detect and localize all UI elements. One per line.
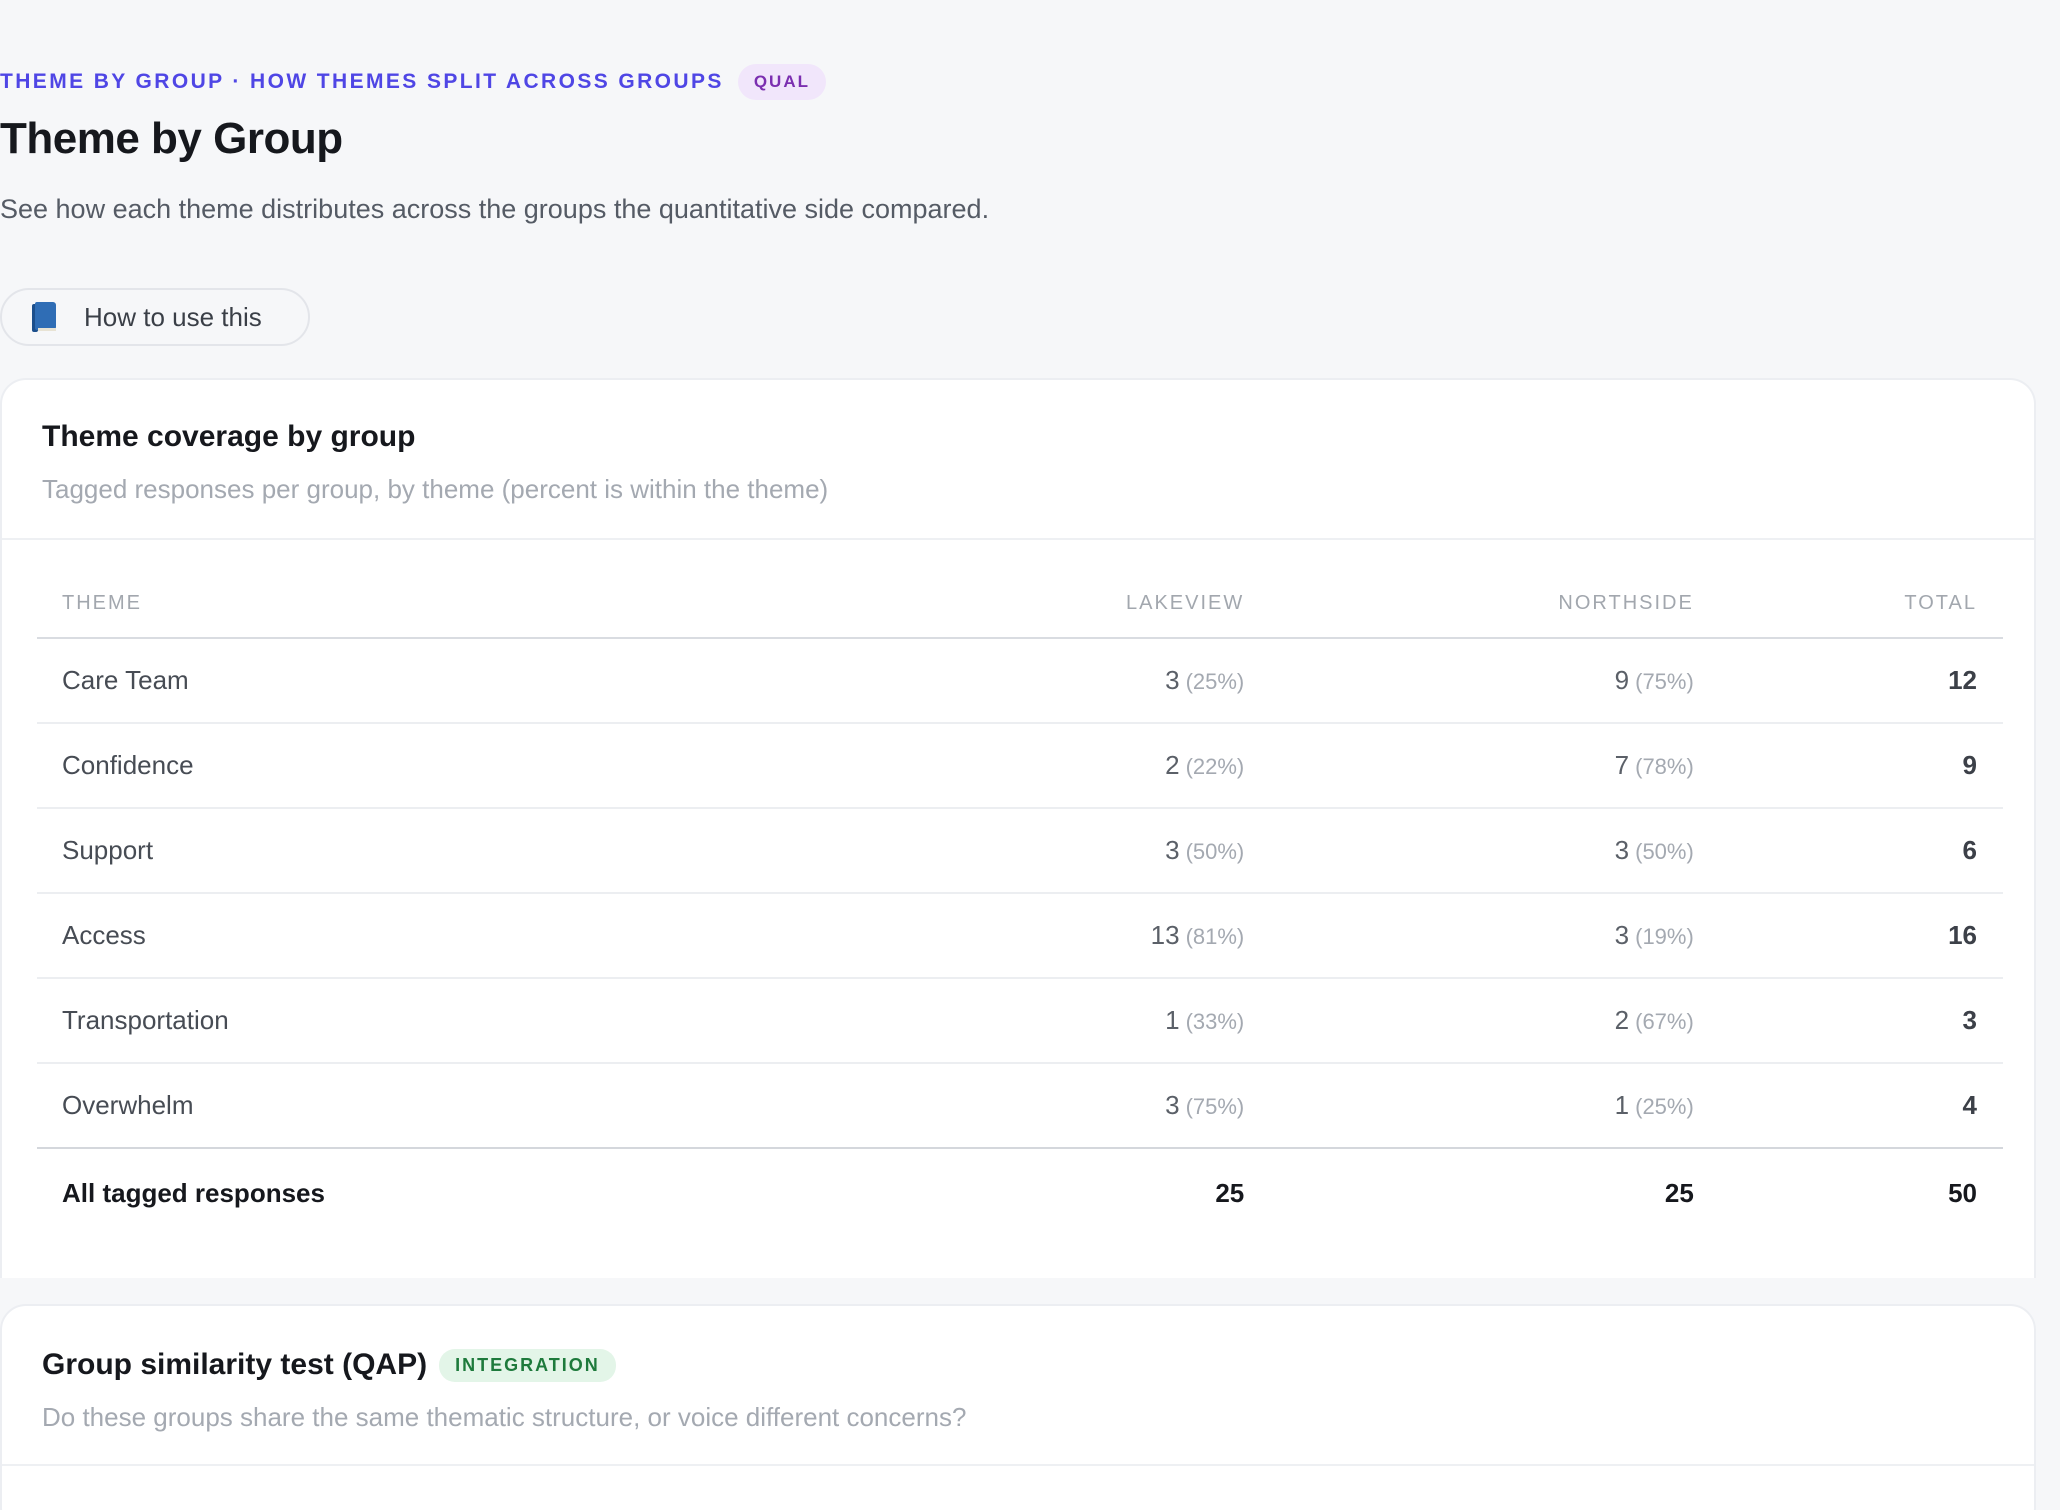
- total-cell: 3: [1962, 1005, 1977, 1035]
- lakeview-cell: 3 (25%): [854, 665, 1244, 696]
- northside-count: 1: [1614, 1090, 1630, 1120]
- lakeview-count: 1: [1165, 1005, 1180, 1035]
- lakeview-percent: (50%): [1185, 839, 1245, 864]
- lakeview-count: 2: [1165, 750, 1180, 780]
- total-cell: 9: [1962, 750, 1977, 780]
- lakeview-percent: (25%): [1185, 669, 1245, 694]
- lakeview-percent: (75%): [1185, 1094, 1245, 1119]
- lakeview-cell: 3 (50%): [854, 835, 1244, 866]
- lakeview-count: 13: [1150, 920, 1180, 950]
- theme-cell: Support: [62, 835, 154, 865]
- lakeview-cell: 2 (22%): [854, 750, 1244, 781]
- card-description: Tagged responses per group, by theme (pe…: [42, 474, 829, 504]
- table-header-row: THEME LAKEVIEW NORTHSIDE TOTAL: [37, 540, 2003, 639]
- northside-count: 3: [1614, 835, 1630, 865]
- totals-grand-total: 50: [1948, 1177, 1977, 1208]
- northside-percent: (78%): [1635, 754, 1694, 779]
- northside-cell: 7 (78%): [1244, 750, 1694, 781]
- northside-cell: 3 (50%): [1244, 835, 1694, 866]
- eyebrow-text: THEME BY GROUP · HOW THEMES SPLIT ACROSS…: [0, 70, 724, 93]
- total-cell: 16: [1948, 920, 1977, 950]
- totals-northside: 25: [1664, 1177, 1694, 1208]
- lakeview-count: 3: [1165, 665, 1180, 695]
- group-similarity-card: Group similarity test (QAP) INTEGRATION …: [0, 1304, 2036, 1510]
- total-cell: 12: [1948, 665, 1977, 695]
- northside-percent: (67%): [1635, 1009, 1694, 1034]
- page: THEME BY GROUP · HOW THEMES SPLIT ACROSS…: [0, 0, 2060, 1510]
- totals-row: All tagged responses 25 25 50: [37, 1149, 2003, 1237]
- how-to-use-button[interactable]: How to use this: [0, 288, 310, 346]
- card-header: Theme coverage by group Tagged responses…: [2, 380, 2034, 540]
- integration-badge: INTEGRATION: [439, 1348, 616, 1382]
- lakeview-cell: 1 (33%): [854, 1005, 1244, 1036]
- northside-cell: 3 (19%): [1244, 920, 1694, 951]
- theme-cell: Transportation: [62, 1005, 229, 1035]
- table-row: Confidence 2 (22%) 7 (78%) 9: [37, 724, 2003, 809]
- northside-percent: (19%): [1635, 924, 1694, 949]
- northside-cell: 9 (75%): [1244, 665, 1694, 696]
- lakeview-percent: (81%): [1185, 924, 1245, 949]
- totals-lakeview: 25: [1215, 1177, 1245, 1208]
- column-header-total[interactable]: TOTAL: [1694, 592, 1977, 615]
- how-to-use-label: How to use this: [84, 301, 262, 332]
- table-row: Access 13 (81%) 3 (19%) 16: [37, 894, 2003, 979]
- northside-count: 9: [1614, 665, 1630, 695]
- column-header-lakeview[interactable]: LAKEVIEW: [854, 592, 1244, 615]
- table-row: Support 3 (50%) 3 (50%) 6: [37, 809, 2003, 894]
- total-cell: 6: [1962, 835, 1977, 865]
- northside-cell: 1 (25%): [1244, 1090, 1694, 1121]
- theme-cell: Care Team: [62, 665, 189, 695]
- page-subtitle: See how each theme distributes across th…: [0, 194, 990, 224]
- theme-cell: Access: [62, 920, 146, 950]
- lakeview-percent: (33%): [1185, 1009, 1245, 1034]
- column-header-northside[interactable]: NORTHSIDE: [1244, 592, 1694, 615]
- totals-label: All tagged responses: [62, 1177, 325, 1208]
- book-icon: [32, 302, 56, 332]
- northside-count: 7: [1614, 750, 1630, 780]
- northside-count: 3: [1614, 920, 1630, 950]
- qual-badge: QUAL: [737, 64, 826, 100]
- lakeview-cell: 3 (75%): [854, 1090, 1244, 1121]
- card-header: Group similarity test (QAP) INTEGRATION …: [2, 1306, 2034, 1466]
- page-title: Theme by Group: [0, 114, 343, 163]
- theme-cell: Overwhelm: [62, 1090, 194, 1120]
- northside-percent: (50%): [1635, 839, 1694, 864]
- northside-cell: 2 (67%): [1244, 1005, 1694, 1036]
- similarity-title: Group similarity test (QAP): [42, 1348, 428, 1381]
- lakeview-cell: 13 (81%): [854, 920, 1245, 951]
- theme-cell: Confidence: [62, 750, 194, 780]
- lakeview-count: 3: [1165, 1090, 1180, 1120]
- eyebrow: THEME BY GROUP · HOW THEMES SPLIT ACROSS…: [0, 64, 826, 100]
- card-title: Group similarity test (QAP) INTEGRATION: [42, 1348, 1994, 1382]
- lakeview-percent: (22%): [1185, 754, 1245, 779]
- card-title: Theme coverage by group: [42, 420, 416, 453]
- northside-percent: (75%): [1635, 669, 1694, 694]
- northside-percent: (25%): [1635, 1094, 1694, 1119]
- lakeview-count: 3: [1165, 835, 1180, 865]
- theme-coverage-card: Theme coverage by group Tagged responses…: [0, 378, 2036, 1278]
- total-cell: 4: [1962, 1090, 1977, 1120]
- table-row: Transportation 1 (33%) 2 (67%) 3: [37, 979, 2003, 1064]
- table-row: Care Team 3 (25%) 9 (75%) 12: [37, 639, 2003, 724]
- column-header-theme[interactable]: THEME: [62, 592, 854, 615]
- coverage-table: THEME LAKEVIEW NORTHSIDE TOTAL Care Team…: [37, 540, 2003, 1237]
- northside-count: 2: [1614, 1005, 1630, 1035]
- card-description: Do these groups share the same thematic …: [42, 1402, 967, 1432]
- table-row: Overwhelm 3 (75%) 1 (25%) 4: [37, 1064, 2003, 1149]
